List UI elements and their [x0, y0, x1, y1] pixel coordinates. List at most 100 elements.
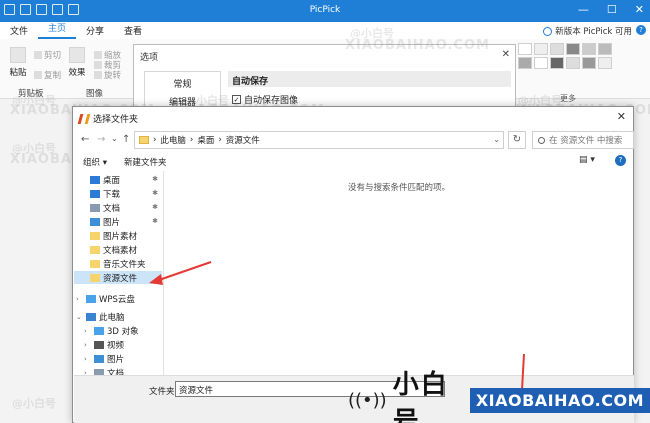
chevron-down-icon[interactable]: ⌄: [111, 134, 118, 143]
expander-icon[interactable]: ›: [76, 295, 83, 303]
sidebar-item[interactable]: 图片素材: [74, 229, 162, 242]
computer-icon: [86, 312, 96, 321]
file-list[interactable]: 没有与搜索条件匹配的项。: [165, 171, 633, 371]
watermark: XIAOBAIHAO.COM: [345, 38, 490, 53]
tab-share[interactable]: 分享: [76, 24, 114, 37]
update-notice[interactable]: 新版本 PicPick 可用: [543, 25, 632, 37]
app-title: PicPick: [309, 5, 341, 15]
swatch[interactable]: [550, 57, 564, 69]
swatch[interactable]: [550, 43, 564, 55]
refresh-button[interactable]: ↻: [508, 131, 526, 149]
navigation-bar: ← → ⌄ ↑ › 此电脑 › 桌面 › 资源文件 ⌄ ↻ 在 资源文件 中搜索: [79, 131, 634, 151]
swatch[interactable]: [582, 57, 596, 69]
swatch[interactable]: [534, 57, 548, 69]
view-options-icon[interactable]: ▤ ▾: [579, 155, 595, 165]
dialog-titlebar: 选择文件夹: [77, 112, 139, 125]
dialog-title: 选择文件夹: [93, 115, 139, 125]
app-titlebar: PicPick — ☐ ✕: [0, 0, 650, 22]
copy-button[interactable]: 复制: [34, 69, 61, 81]
update-notice-label: 新版本 PicPick 可用: [555, 27, 632, 37]
close-icon[interactable]: ✕: [635, 3, 644, 16]
search-icon: [538, 136, 545, 144]
sidebar-item-label: 下载: [103, 189, 121, 200]
sidebar-item[interactable]: 桌面 ✱: [74, 173, 162, 186]
swatch[interactable]: [566, 43, 580, 55]
effects-button[interactable]: 效果: [66, 47, 88, 78]
sidebar-item[interactable]: 文档 ✱: [74, 201, 162, 214]
pin-icon: ✱: [152, 189, 158, 197]
help-icon[interactable]: ?: [615, 155, 626, 166]
tab-home[interactable]: 主页: [38, 22, 77, 39]
sidebar-item[interactable]: › WPS云盘: [74, 292, 162, 305]
video-icon: [94, 340, 104, 349]
copy-icon: [34, 71, 42, 79]
sidebar-item[interactable]: 文档素材: [74, 243, 162, 256]
sidebar-item[interactable]: 图片 ✱: [74, 215, 162, 228]
sidebar-item-label: 音乐文件夹: [103, 259, 146, 270]
help-icon[interactable]: ?: [636, 25, 646, 35]
pin-icon: ✱: [152, 203, 158, 211]
swatch[interactable]: [518, 57, 532, 69]
breadcrumb-resources[interactable]: 资源文件: [226, 134, 260, 146]
sidebar-item-label: 图片素材: [103, 231, 138, 242]
folder-icon: [139, 136, 149, 144]
swatch[interactable]: [518, 43, 532, 55]
sidebar-item-label: 3D 对象: [107, 326, 139, 337]
up-arrow-icon[interactable]: ↑: [122, 134, 130, 145]
expander-icon[interactable]: ›: [84, 341, 91, 349]
sidebar-item-label: 文档素材: [103, 245, 138, 256]
options-nav-general[interactable]: 常规: [145, 77, 220, 90]
new-folder-button[interactable]: 新建文件夹: [124, 156, 167, 168]
swatch[interactable]: [598, 43, 612, 55]
minimize-icon[interactable]: —: [578, 3, 589, 16]
swatch[interactable]: [582, 43, 596, 55]
cut-button[interactable]: 剪切: [34, 49, 61, 61]
search-input[interactable]: 在 资源文件 中搜索: [532, 131, 634, 149]
swatch[interactable]: [598, 57, 612, 69]
scale-icon: [94, 51, 102, 59]
tab-file[interactable]: 文件: [0, 24, 38, 37]
breadcrumb-desktop[interactable]: 桌面: [197, 134, 214, 146]
chevron-down-icon[interactable]: ⌄: [493, 135, 500, 144]
breadcrumb-this-pc[interactable]: 此电脑: [160, 134, 186, 146]
organize-button[interactable]: 组织 ▾: [83, 156, 107, 168]
pin-icon: ✱: [152, 217, 158, 225]
sidebar-item[interactable]: ⌄ 此电脑: [74, 310, 162, 323]
breadcrumb-separator: ›: [153, 135, 157, 145]
paste-button[interactable]: 粘贴: [6, 47, 30, 78]
sidebar-item[interactable]: › 图片: [74, 352, 162, 365]
dialog-toolbar: 组织 ▾ 新建文件夹 ▤ ▾ ?: [79, 155, 629, 169]
sidebar-item[interactable]: 下载 ✱: [74, 187, 162, 200]
tab-view[interactable]: 查看: [114, 24, 152, 37]
back-arrow-icon[interactable]: ←: [81, 134, 89, 145]
window-controls: — ☐ ✕: [578, 3, 644, 16]
folder-icon: [90, 245, 100, 254]
folder-icon: [90, 231, 100, 240]
paste-label: 粘贴: [9, 68, 27, 78]
swatch[interactable]: [534, 43, 548, 55]
sidebar-item[interactable]: › 3D 对象: [74, 324, 162, 337]
breadcrumb-separator: ›: [218, 135, 222, 145]
forward-arrow-icon[interactable]: →: [97, 134, 105, 145]
crop-button[interactable]: 裁剪: [94, 59, 121, 71]
close-icon[interactable]: ✕: [502, 49, 510, 60]
ribbon-tabs: 文件 主页 分享 查看 新版本 PicPick 可用 ?: [0, 22, 650, 39]
expander-icon[interactable]: ⌄: [76, 313, 83, 321]
crop-label: 裁剪: [104, 61, 122, 71]
sidebar-item-label: 此电脑: [99, 312, 125, 323]
cloud-icon: [86, 294, 96, 303]
sidebar-item-label: 图片: [103, 217, 121, 228]
paste-icon: [10, 47, 26, 63]
cube-icon: [94, 326, 104, 335]
address-bar[interactable]: › 此电脑 › 桌面 › 资源文件 ⌄: [134, 131, 504, 149]
expander-icon[interactable]: ›: [84, 327, 91, 335]
expander-icon[interactable]: ›: [84, 355, 91, 363]
sidebar-item-label: 文档: [103, 203, 121, 214]
maximize-icon[interactable]: ☐: [607, 3, 617, 16]
swatch[interactable]: [566, 57, 580, 69]
sidebar-item-label: 图片: [107, 354, 125, 365]
pin-icon: ✱: [152, 175, 158, 183]
sidebar-item[interactable]: › 视频: [74, 338, 162, 351]
folder-icon: [90, 259, 100, 268]
close-icon[interactable]: ✕: [617, 110, 626, 123]
